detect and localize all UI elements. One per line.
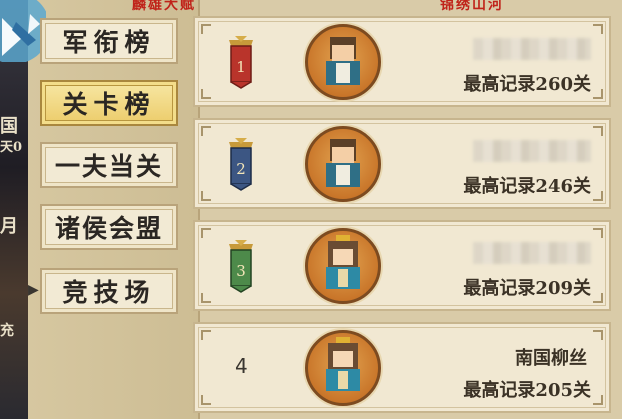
best-record: 最高记录260关 xyxy=(463,74,591,95)
tab-label: 竞技场 xyxy=(62,278,156,307)
ranking-row[interactable]: 4 南国柳丝 最高记录205关 xyxy=(193,322,611,413)
rank-2-medal-icon: 2 xyxy=(229,138,253,191)
tab-stage-rank[interactable]: 关卡榜 xyxy=(40,80,178,126)
ranking-row[interactable]: 2 最高记录246关 xyxy=(193,118,611,209)
player-name-blurred xyxy=(473,38,591,60)
rank-3-medal-icon: 3 xyxy=(229,240,253,293)
svg-text:1: 1 xyxy=(236,58,246,76)
svg-text:3: 3 xyxy=(236,262,246,280)
header-left-title: 麟雄大赋 xyxy=(132,0,196,13)
player-name-blurred xyxy=(473,140,591,162)
rank-number: 4 xyxy=(235,354,248,378)
player-name: 南国柳丝 xyxy=(515,348,587,369)
tab-lords-alliance[interactable]: 诸侯会盟 xyxy=(40,204,178,250)
tab-label: 诸侯会盟 xyxy=(54,214,163,243)
best-record: 最高记录246关 xyxy=(463,176,591,197)
tab-one-man-gate[interactable]: 一夫当关 xyxy=(40,142,178,188)
best-record: 最高记录205关 xyxy=(463,380,591,401)
player-avatar[interactable] xyxy=(305,126,381,202)
ranking-row[interactable]: 3 最高记录209关 xyxy=(193,220,611,311)
pointer-arrow-icon: ▶ xyxy=(28,282,45,298)
best-record: 最高记录209关 xyxy=(463,278,591,299)
background-text: 国 xyxy=(0,116,18,137)
tab-label: 一夫当关 xyxy=(54,152,163,181)
header-right-title: 锦绣山河 xyxy=(440,0,504,13)
player-avatar[interactable] xyxy=(305,24,381,100)
tab-rank-title[interactable]: 军衔榜 xyxy=(40,18,178,64)
tab-label: 关卡榜 xyxy=(62,90,156,119)
background-text: 月 xyxy=(0,216,18,237)
tab-arena[interactable]: ▶ 竞技场 xyxy=(28,268,178,314)
player-avatar[interactable] xyxy=(305,330,381,406)
tab-label: 军衔榜 xyxy=(62,28,156,57)
background-text: 充 xyxy=(0,323,14,339)
player-avatar[interactable] xyxy=(305,228,381,304)
player-name-blurred xyxy=(473,242,591,264)
rank-1-medal-icon: 1 xyxy=(229,36,253,89)
background-text: 天0 xyxy=(0,140,23,155)
ranking-row[interactable]: 1 最高记录260关 xyxy=(193,16,611,107)
svg-text:2: 2 xyxy=(236,160,246,178)
